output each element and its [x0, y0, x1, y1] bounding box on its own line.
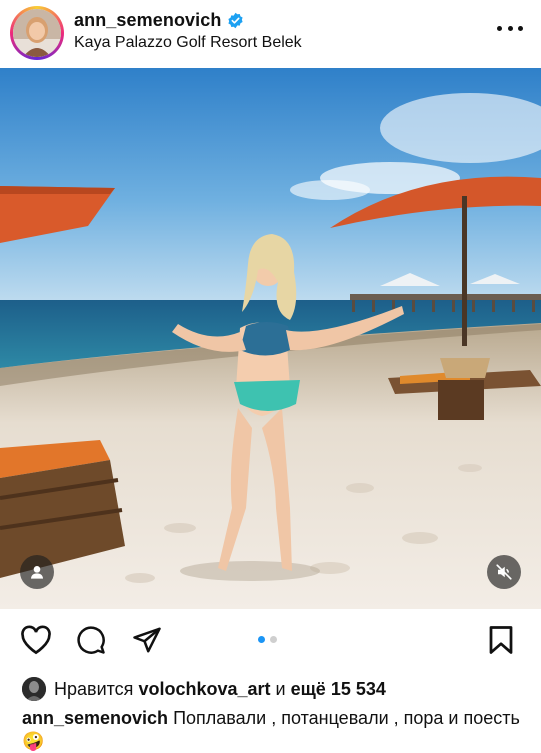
user-tag-icon[interactable]: [20, 555, 54, 589]
caption-username[interactable]: ann_semenovich: [22, 708, 168, 728]
likes-summary[interactable]: Нравится volochkova_art и ещё 15 534: [22, 677, 386, 701]
likes-prefix: Нравится: [54, 678, 134, 699]
comment-icon[interactable]: [76, 625, 106, 660]
caption-emoji: 🤪: [22, 731, 45, 751]
liker-avatar[interactable]: [22, 677, 46, 701]
bookmark-icon[interactable]: [488, 625, 514, 660]
send-icon[interactable]: [132, 625, 162, 660]
avatar[interactable]: [13, 9, 61, 57]
post-location[interactable]: Kaya Palazzo Golf Resort Belek: [74, 34, 302, 52]
story-ring[interactable]: [10, 6, 64, 60]
heart-icon[interactable]: [20, 625, 52, 660]
post-username[interactable]: ann_semenovich: [74, 10, 221, 31]
verified-badge-icon: [227, 12, 244, 29]
carousel-dot: [270, 636, 277, 643]
caption-text: Поплавали , потанцевали , пора и поесть: [173, 708, 520, 728]
beach-photo: [0, 68, 541, 609]
post-header: ann_semenovich Kaya Palazzo Golf Resort …: [0, 0, 541, 68]
carousel-indicator: [258, 636, 277, 643]
post-media[interactable]: [0, 68, 541, 609]
speaker-muted-icon[interactable]: [487, 555, 521, 589]
post-actions: [0, 609, 541, 671]
post-caption: ann_semenovich Поплавали , потанцевали ,…: [22, 707, 527, 753]
more-options-icon[interactable]: [497, 22, 523, 34]
liker-username[interactable]: volochkova_art: [138, 679, 270, 700]
likes-count[interactable]: ещё 15 534: [291, 679, 386, 700]
carousel-dot-active: [258, 636, 265, 643]
likes-connector: и: [275, 678, 286, 699]
